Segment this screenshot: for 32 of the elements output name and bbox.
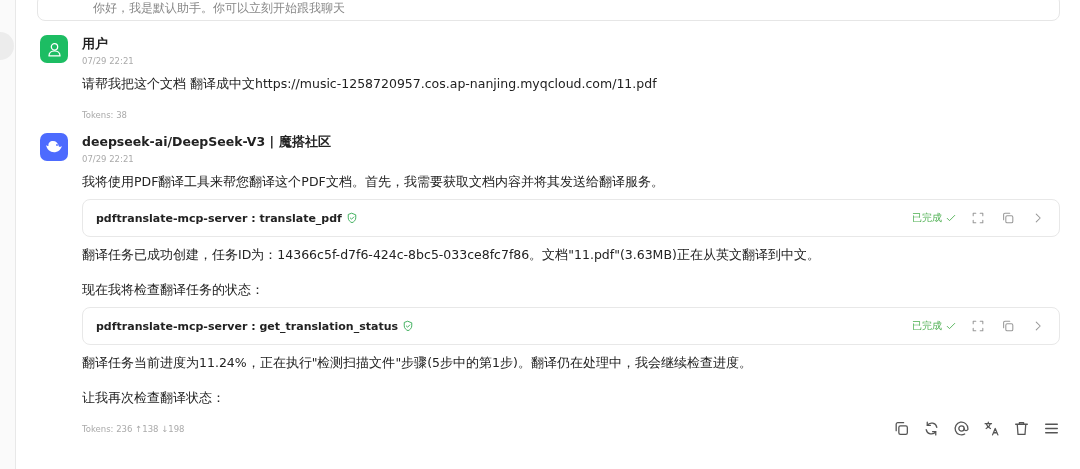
whale-avatar-icon <box>40 133 68 161</box>
greeting-text: 你好，我是默认助手。你可以立刻开始跟我聊天 <box>93 1 345 15</box>
check-icon <box>945 212 957 224</box>
message-text: 让我再次检查翻译状态： <box>82 390 226 406</box>
shield-check-icon <box>345 212 358 224</box>
at-icon[interactable] <box>953 420 970 437</box>
person-icon <box>45 40 63 58</box>
message-time: 07/29 22:21 <box>82 154 135 164</box>
message-text: 我将使用PDF翻译工具来帮您翻译这个PDF文档。首先，我需要获取文档内容并将其发送给翻译服务。 <box>82 174 665 190</box>
expand-icon[interactable] <box>971 211 985 225</box>
check-icon <box>945 320 957 332</box>
status-text: 已完成 <box>912 319 942 333</box>
sender-name: 用户 <box>82 36 109 53</box>
trash-icon[interactable] <box>1013 420 1030 437</box>
message-text: 翻译任务当前进度为11.24%，正在执行"检测扫描文件"步骤(5步中的第1步)。翻译仍在处理中，我会继续检查进度。 <box>82 355 753 371</box>
message-text: 现在我将检查翻译任务的状态： <box>82 282 265 298</box>
token-count: Tokens: 236 ↑138 ↓198 <box>82 423 186 434</box>
refresh-icon[interactable] <box>923 420 940 437</box>
shield-check-icon <box>402 320 415 332</box>
expand-icon[interactable] <box>971 319 985 333</box>
token-count: Tokens: 38 <box>82 109 128 120</box>
tool-call-name: pdftranslate-mcp-server : get_translation_status <box>96 319 399 333</box>
tool-call-card[interactable]: pdftranslate-mcp-server : get_translation_status 已完成 <box>82 307 1060 345</box>
message-text: 请帮我把这个文档 翻译成中文https://music-1258720957.cos.ap-nanjing.myqcloud.com/11.pdf <box>82 76 658 92</box>
sender-name: deepseek-ai/DeepSeek-V3 | 魔搭社区 <box>82 134 332 151</box>
tool-call-card[interactable]: pdftranslate-mcp-server : translate_pdf 已完成 <box>82 199 1060 237</box>
status-text: 已完成 <box>912 211 942 225</box>
tool-call-name: pdftranslate-mcp-server : translate_pdf <box>96 211 342 225</box>
message-time: 07/29 22:21 <box>82 56 135 66</box>
translate-icon[interactable] <box>983 420 1000 437</box>
message-text: 翻译任务已成功创建，任务ID为：14366c5f-d7f6-424c-8bc5-033ce8fc7f86。文档"11.pdf"(3.63MB)正在从英文翻译到中文。 <box>82 247 821 263</box>
copy-icon[interactable] <box>893 420 910 437</box>
